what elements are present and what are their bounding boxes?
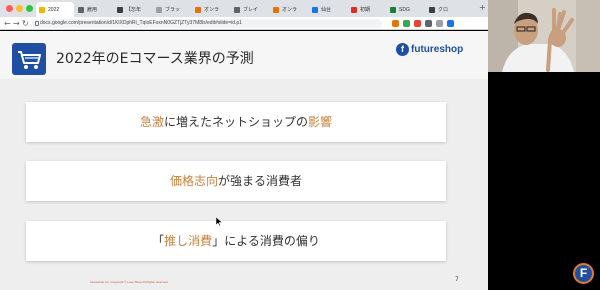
browser-tab[interactable]: オンラ [192, 2, 230, 17]
extension-icon[interactable] [447, 20, 454, 27]
browser-tab[interactable]: オンラ [270, 2, 308, 17]
card-text: が強まる消費者 [218, 174, 303, 188]
tab-label: 2022 [48, 6, 60, 13]
extension-icon[interactable] [425, 20, 432, 27]
tab-favicon-icon [312, 6, 318, 13]
extension-icon[interactable] [436, 20, 443, 27]
browser-tab[interactable]: ブラッ [153, 2, 191, 17]
browser-window: 2022 雇用 【忘年 ブラッ オンラ ブレイ オンラ 仙台 初期 SDG クロ + ← → ↻ d… [0, 0, 488, 290]
tab-label: 雇用 [87, 7, 98, 13]
prediction-card-2: 価格志向が強まる消費者 [26, 161, 446, 201]
browser-tab[interactable]: 仙台 [309, 2, 347, 17]
tab-favicon-icon [429, 6, 435, 13]
new-tab-button[interactable]: + [479, 3, 486, 12]
url-text: docs.google.com/presentation/d/1KlXDphRi… [40, 20, 242, 26]
tab-label: ブラッ [165, 7, 181, 13]
card-highlight: 価格志向 [169, 174, 218, 188]
tab-favicon-icon [351, 6, 357, 13]
card-highlight: 推し消費 [164, 234, 213, 248]
slide-header: 2022年のEコマース業界の予測 f futureshop [0, 31, 488, 79]
prediction-card-1: 急激に増えたネットショップの影響 [26, 102, 446, 142]
tab-favicon-icon [195, 6, 201, 13]
card-highlight-2: 影響 [308, 115, 333, 129]
browser-tab[interactable]: SDG [387, 2, 425, 17]
browser-toolbar: ← → ↻ docs.google.com/presentation/d/1Kl… [0, 17, 488, 30]
mouse-cursor-icon [216, 217, 222, 226]
card-text-pre: 「 [152, 234, 165, 248]
maximize-window-button[interactable] [26, 5, 33, 12]
tab-label: オンラ [204, 7, 220, 13]
shopping-cart-icon [12, 43, 46, 75]
extension-icon[interactable] [414, 20, 421, 27]
logo-text: futureshop [411, 43, 464, 55]
tab-label: SDG [399, 6, 410, 13]
tab-favicon-icon [117, 6, 123, 13]
tab-favicon-icon [273, 6, 279, 13]
futureshop-corner-logo: F [573, 263, 594, 284]
prediction-card-3: 「推し消費」による消費の偏り [26, 221, 446, 261]
browser-tab[interactable]: クロ [426, 2, 464, 17]
tab-favicon-icon [234, 6, 240, 13]
futureshop-logo: f futureshop [396, 41, 463, 57]
browser-tab[interactable]: 初期 [348, 2, 386, 17]
slide-footer: futureshop inc. Copyright © Love Shop Al… [90, 280, 169, 284]
tab-label: 【忘年 [126, 7, 142, 13]
back-button[interactable]: ← [4, 18, 11, 29]
browser-tab[interactable]: 2022 [36, 2, 74, 17]
tab-label: オンラ [282, 7, 298, 13]
extension-icon[interactable] [392, 20, 399, 27]
presentation-slide: 2022年のEコマース業界の予測 f futureshop 急激に増えたネットシ… [0, 31, 488, 290]
lock-icon [35, 21, 39, 26]
extension-icon[interactable] [403, 20, 410, 27]
tab-label: 初期 [360, 7, 371, 13]
tab-favicon-icon [78, 6, 84, 13]
minimize-window-button[interactable] [16, 5, 23, 12]
browser-tab[interactable]: 雇用 [75, 2, 113, 17]
card-highlight: 急激 [139, 115, 164, 129]
card-text: 」による消費の偏り [212, 234, 320, 248]
tab-label: クロ [438, 7, 449, 13]
slide-page-number: 7 [455, 276, 459, 283]
tab-label: 仙台 [321, 7, 332, 13]
browser-tab[interactable]: 【忘年 [114, 2, 152, 17]
browser-tab[interactable]: ブレイ [231, 2, 269, 17]
tab-label: ブレイ [243, 7, 259, 13]
card-text: に増えたネットショップの [163, 115, 308, 129]
logo-mark: f [396, 42, 409, 56]
tab-bar: 2022 雇用 【忘年 ブラッ オンラ ブレイ オンラ 仙台 初期 SDG クロ + [0, 0, 488, 17]
webcam-feed [488, 0, 600, 72]
tab-favicon-icon [39, 6, 45, 13]
tab-favicon-icon [390, 6, 396, 13]
address-bar[interactable]: docs.google.com/presentation/d/1KlXDphRi… [32, 19, 382, 28]
tab-favicon-icon [156, 6, 162, 13]
forward-button[interactable]: → [13, 18, 20, 29]
close-window-button[interactable] [6, 5, 13, 12]
reload-button[interactable]: ↻ [22, 18, 29, 29]
slide-title: 2022年のEコマース業界の予測 [56, 51, 254, 67]
